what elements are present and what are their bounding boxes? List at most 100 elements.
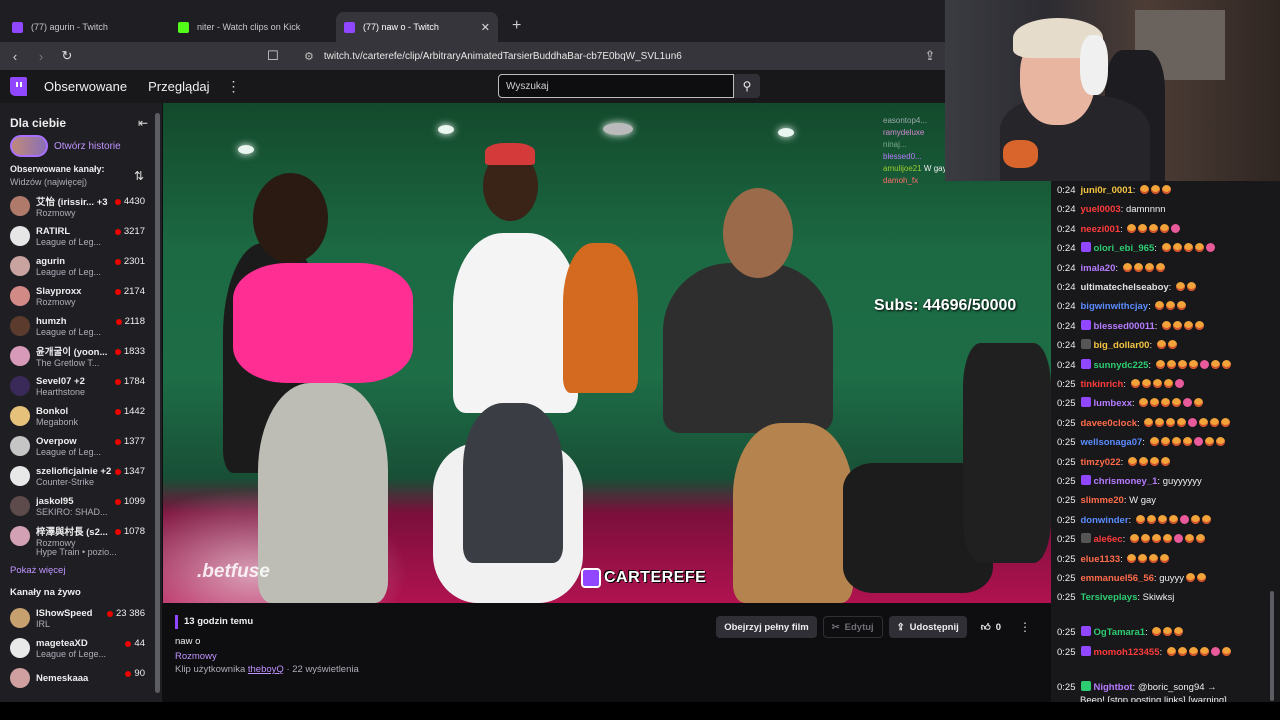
twitch-logo-icon[interactable] [10,77,27,96]
bookmark-icon[interactable]: ☐ [264,48,282,64]
new-tab-button[interactable]: + [502,17,531,42]
chat-username[interactable]: Tersiveplays [1081,592,1138,603]
channel-row[interactable]: humzh League of Leg... 2118 [0,311,162,341]
chat-timestamp: 0:25 [1057,514,1076,526]
more-options-icon[interactable]: ⋮ [227,78,241,95]
chat-username[interactable]: timzy022 [1081,457,1121,468]
share-label: Udostępnij [909,621,959,633]
edit-clip-button[interactable]: ✂ Edytuj [822,616,883,638]
channel-info: Overpow League of Leg... [36,436,115,457]
chat-username[interactable]: bigwinwithcjay [1081,301,1149,312]
stories-button[interactable]: Otwórz historie [0,133,162,159]
chat-timestamp: 0:24 [1057,340,1076,352]
reload-icon[interactable]: ↻ [58,48,76,64]
nav-following-link[interactable]: Obserwowane [44,79,127,94]
browser-tab[interactable]: niter - Watch clips on Kick [170,12,332,42]
chat-timestamp: 0:25 [1057,437,1076,449]
emote-icon [1174,627,1184,637]
share-button[interactable]: ⇪ Udostępnij [888,616,967,638]
channel-row[interactable]: 艾怡 (irissir... +3 Rozmowy 4430 [0,191,162,221]
search-icon[interactable]: ⚲ [734,74,760,98]
like-button[interactable]: 👍︎ 0 [973,616,1009,638]
chat-username[interactable]: yuel0003 [1081,204,1121,215]
chat-username[interactable]: emmanuel56_56 [1081,573,1154,584]
chat-username[interactable]: lumbexx [1094,398,1133,409]
emote-icon [1135,514,1145,524]
forward-icon[interactable]: › [32,49,50,64]
channel-name: jaskol95 [36,495,74,507]
avatar [10,376,30,396]
chat-username[interactable]: tinkinrich [1081,379,1124,390]
chat-username[interactable]: ultimatechelseaboy [1081,282,1169,293]
emote-icon [1184,534,1194,544]
search-input[interactable] [498,74,734,98]
url-field[interactable]: ⚙ twitch.tv/carterefe/clip/ArbitraryAnim… [304,50,682,63]
person-trousers [258,383,388,603]
chat-username[interactable]: blessed00011 [1094,321,1155,332]
browser-tab[interactable]: (77) agurin - Twitch [4,12,166,42]
chat-username[interactable]: juni0r_0001 [1081,185,1133,196]
channel-row[interactable]: 윤개굴이 (yoon... The Gretlow T... 1833 [0,341,162,371]
clip-author-link[interactable]: theboyQ [248,664,284,675]
channel-row[interactable]: IShowSpeed IRL 23 386 [0,603,162,633]
viewer-count-text: 23 386 [115,608,145,619]
channel-row[interactable]: jaskol95 SEKIRO: SHAD... 1099 [0,491,162,521]
emote-icon [1160,456,1170,466]
hype-train-label: Hype Train • pozio... [36,547,117,557]
chat-username[interactable]: slimme20 [1081,495,1124,506]
sidebar-scrollbar[interactable] [155,113,160,693]
chat-username[interactable]: ale6ec [1094,534,1123,545]
chat-colon: : [1137,417,1143,429]
chat-username[interactable]: sunnydc225 [1094,360,1149,371]
chat-username[interactable]: elue1133 [1081,554,1121,565]
chat-message: 0:25 ale6ec: [1057,533,1269,546]
chat-username[interactable]: momoh123455 [1094,647,1160,658]
channel-row[interactable]: szelioficjalnie +2 Counter-Strike 1347 [0,461,162,491]
browser-tab-active[interactable]: (77) naw o - Twitch ✕ [336,12,498,42]
channel-row[interactable]: Sevel07 +2 Hearthstone 1784 [0,371,162,401]
watch-full-video-button[interactable]: Obejrzyj pełny film [716,616,817,638]
emote-icon [1195,534,1205,544]
channel-row[interactable]: agurin League of Leg... 2301 [0,251,162,281]
sort-icon[interactable]: ⇅ [134,169,144,183]
clip-video-player[interactable]: easontop4... ramydeluxe ninaj... blessed0..… [163,103,1051,603]
chat-message: 0:25 timzy022: [1057,456,1269,469]
chat-username[interactable]: imala20 [1081,263,1116,274]
overlay-username: ninaj... [883,140,907,149]
share-page-icon[interactable]: ⇪ [921,48,939,64]
channel-row[interactable]: RATIRL League of Leg... 3217 [0,221,162,251]
collapse-sidebar-icon[interactable]: ⇤ [138,116,148,130]
channel-row[interactable]: Nemeskaaa 90 [0,663,162,693]
chat-username[interactable]: Nightbot [1094,682,1133,693]
chat-username[interactable]: davee0clock [1081,418,1138,429]
more-options-icon[interactable]: ⋮ [1015,620,1035,634]
clip-category-link[interactable]: Rozmowy [175,651,359,662]
chat-username[interactable]: donwinder [1081,515,1129,526]
channel-row[interactable]: Slayproxx Rozmowy 2174 [0,281,162,311]
show-more-link[interactable]: Pokaż więcej [0,559,162,581]
emote-icon [1155,417,1165,427]
emote-icon [1149,223,1159,233]
channel-category: League of Lege... [36,648,107,659]
emote-icon [1186,573,1196,582]
channel-row[interactable]: mageteaXD League of Lege... 44 [0,633,162,663]
nav-browse-link[interactable]: Przeglądaj [148,79,209,94]
close-tab-icon[interactable]: ✕ [481,21,490,34]
chair-shape [963,343,1051,563]
chat-username[interactable]: wellsonaga07 [1081,437,1143,448]
viewer-count-text: 44 [134,638,145,649]
chat-colon: : [1168,282,1174,293]
channel-row[interactable]: Bonkol Megabonk 1442 [0,401,162,431]
emote-icon [1215,437,1225,447]
chat-scrollbar[interactable] [1270,591,1274,701]
chat-timestamp: 0:25 [1057,398,1076,410]
chat-username[interactable]: olori_ebi_965 [1094,243,1155,254]
chat-username[interactable]: neezi001 [1081,224,1121,235]
chat-colon: : [1120,223,1126,235]
chat-username[interactable]: OgTamara1 [1094,627,1146,638]
site-settings-icon[interactable]: ⚙ [304,50,314,63]
back-icon[interactable]: ‹ [6,49,24,64]
chat-username[interactable]: big_dollar00 [1094,340,1150,351]
channel-row[interactable]: Overpow League of Leg... 1377 [0,431,162,461]
chat-username[interactable]: chrismoney_1 [1094,476,1158,487]
